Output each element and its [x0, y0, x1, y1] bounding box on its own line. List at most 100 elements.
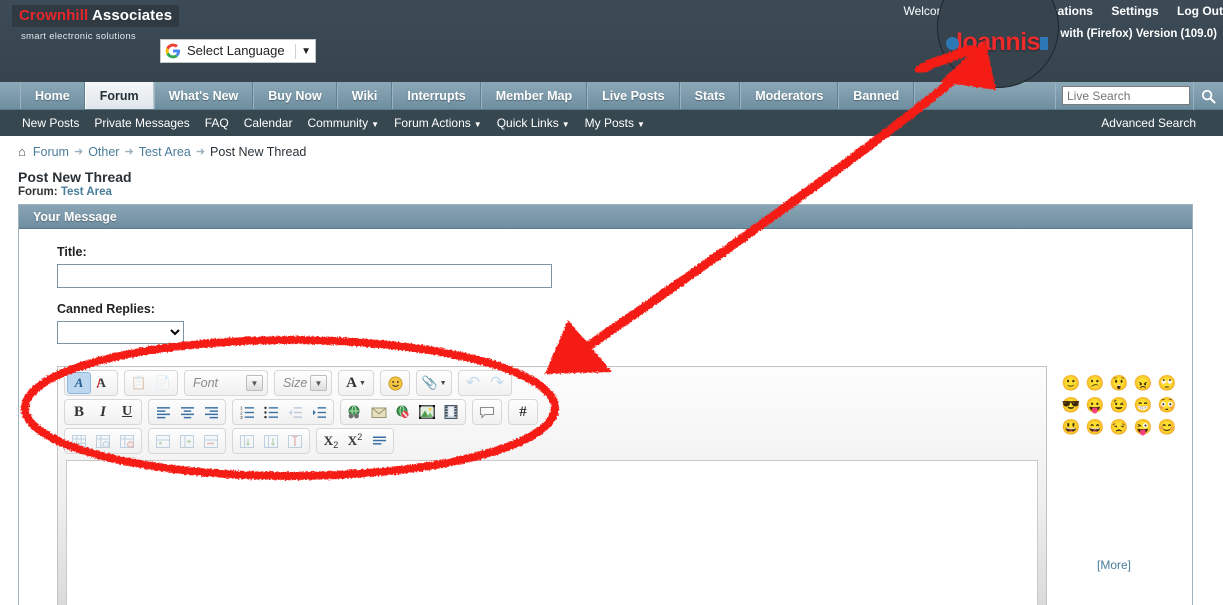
align-center-icon[interactable] — [175, 401, 199, 423]
nav-tab-stats[interactable]: Stats — [679, 82, 741, 109]
toolbar-group-font-color: A ▼ — [338, 370, 374, 396]
nav-tab-whats-new[interactable]: What's New — [153, 82, 254, 109]
smiley-wink[interactable]: 😉 — [1107, 394, 1131, 416]
attachment-icon[interactable]: 📎 ▼ — [419, 372, 449, 394]
nav-tab-forum[interactable]: Forum — [84, 82, 154, 109]
subnav-private-messages[interactable]: Private Messages — [94, 116, 189, 130]
delete-column-icon[interactable] — [283, 430, 307, 452]
smilie-grid: 🙂 😕 😲 😠 🙄 😎 😛 😉 😁 😳 😃 😄 😒 😜 😊 — [1059, 372, 1179, 438]
select-language-widget[interactable]: Select Language ▼ — [160, 39, 316, 63]
smiley-razz[interactable]: 😜 — [1131, 416, 1155, 438]
subnav-new-posts[interactable]: New Posts — [22, 116, 79, 130]
search-input[interactable] — [1062, 86, 1190, 105]
font-size-select[interactable]: Size ▼ — [277, 372, 329, 394]
toolbar-group-paste: 📋 📄 — [124, 370, 178, 396]
insert-link-icon[interactable] — [343, 401, 367, 423]
delete-table-icon[interactable] — [115, 430, 139, 452]
magnified-username: Ioannis — [955, 27, 1041, 56]
settings-link[interactable]: Settings — [1111, 4, 1158, 18]
nav-tab-live-posts[interactable]: Live Posts — [587, 82, 680, 109]
subnav-faq[interactable]: FAQ — [205, 116, 229, 130]
insert-quote-icon[interactable] — [475, 401, 499, 423]
forum-name-link[interactable]: Test Area — [61, 186, 112, 198]
brand-block[interactable]: Crownhill Associates smart electronic so… — [12, 5, 180, 42]
subnav-my-posts[interactable]: My Posts ▼ — [585, 116, 645, 130]
align-left-icon[interactable] — [151, 401, 175, 423]
insert-image-icon[interactable] — [415, 401, 439, 423]
smiley-smile[interactable]: 🙂 — [1059, 372, 1083, 394]
smiley-confused[interactable]: 😕 — [1083, 372, 1107, 394]
search-button[interactable] — [1193, 82, 1223, 110]
breadcrumb-item-forum[interactable]: Forum — [33, 145, 69, 159]
smiley-happy[interactable]: 😄 — [1083, 416, 1107, 438]
breadcrumb-item-test-area[interactable]: Test Area — [139, 145, 191, 159]
strip-font-color-icon[interactable]: A / — [91, 372, 115, 394]
subnav-community[interactable]: Community ▼ — [307, 116, 379, 130]
nav-tab-member-map[interactable]: Member Map — [480, 82, 588, 109]
smiley-grin[interactable]: 😃 — [1059, 416, 1083, 438]
insert-smilie-icon[interactable] — [383, 372, 407, 394]
insert-video-icon[interactable] — [439, 401, 463, 423]
smiley-mad[interactable]: 😠 — [1131, 372, 1155, 394]
insert-row-icon[interactable] — [151, 430, 175, 452]
smiley-eek[interactable]: 😲 — [1107, 372, 1131, 394]
subnav-quick-links[interactable]: Quick Links ▼ — [497, 116, 570, 130]
redo-icon[interactable]: ↷ — [485, 372, 509, 394]
paste-icon[interactable]: 📋 — [127, 372, 151, 394]
breadcrumb-item-other[interactable]: Other — [88, 145, 119, 159]
home-icon[interactable]: ⌂ — [18, 144, 26, 159]
subnav-forum-actions[interactable]: Forum Actions ▼ — [394, 116, 482, 130]
superscript-icon[interactable]: X2 — [343, 430, 367, 452]
nav-tab-wiki[interactable]: Wiki — [336, 82, 393, 109]
logout-link[interactable]: Log Out — [1177, 4, 1223, 18]
chevron-down-icon[interactable]: ▼ — [301, 46, 311, 57]
smiley-rolleyes[interactable]: 🙄 — [1155, 372, 1179, 394]
insert-column-icon[interactable] — [175, 430, 199, 452]
merge-cells-icon[interactable] — [235, 430, 259, 452]
smiley-frown[interactable]: 😒 — [1107, 416, 1131, 438]
smiley-redface[interactable]: 😳 — [1155, 394, 1179, 416]
delete-row-icon[interactable] — [199, 430, 223, 452]
horizontal-rule-icon[interactable] — [367, 430, 391, 452]
message-body-editor[interactable] — [66, 460, 1038, 605]
nav-tab-moderators[interactable]: Moderators — [740, 82, 839, 109]
unordered-list-icon[interactable] — [259, 401, 283, 423]
italic-icon[interactable]: I — [91, 401, 115, 423]
font-color-icon[interactable]: A ▼ — [341, 372, 371, 394]
insert-email-icon[interactable] — [367, 401, 391, 423]
page-root: Crownhill Associates smart electronic so… — [0, 0, 1223, 605]
smiley-tongue[interactable]: 😛 — [1083, 394, 1107, 416]
indent-icon[interactable] — [307, 401, 331, 423]
canned-replies-select[interactable] — [57, 321, 184, 344]
insert-table-icon[interactable] — [67, 430, 91, 452]
subscript-icon[interactable]: X2 — [319, 430, 343, 452]
insert-code-icon[interactable]: # — [511, 401, 535, 423]
table-properties-icon[interactable] — [91, 430, 115, 452]
nav-tab-buy-now[interactable]: Buy Now — [253, 82, 337, 109]
split-cell-icon[interactable] — [259, 430, 283, 452]
more-smilies-link[interactable]: [More] — [1097, 558, 1131, 572]
smiley-biggrin[interactable]: 😁 — [1131, 394, 1155, 416]
secondary-navigation: New Posts Private Messages FAQ Calendar … — [0, 110, 1223, 136]
bold-icon[interactable]: B — [67, 401, 91, 423]
paste-from-word-icon[interactable]: 📄 — [151, 372, 175, 394]
toolbar-group-font-size[interactable]: Size ▼ — [274, 370, 332, 396]
remove-link-icon[interactable] — [391, 401, 415, 423]
font-family-select[interactable]: Font ▼ — [187, 372, 265, 394]
nav-tab-home[interactable]: Home — [20, 82, 85, 109]
toolbar-group-font-family[interactable]: Font ▼ — [184, 370, 268, 396]
underline-icon[interactable]: U — [115, 401, 139, 423]
undo-icon[interactable]: ↶ — [461, 372, 485, 394]
subnav-label: FAQ — [204, 116, 229, 130]
smiley-cool[interactable]: 😎 — [1059, 394, 1083, 416]
smiley-relaxed[interactable]: 😊 — [1155, 416, 1179, 438]
advanced-search-link[interactable]: Advanced Search — [1101, 116, 1196, 130]
nav-tab-banned[interactable]: Banned — [838, 82, 915, 109]
subnav-calendar[interactable]: Calendar — [244, 116, 293, 130]
thread-title-input[interactable] — [57, 264, 552, 288]
remove-formatting-icon[interactable]: A — [67, 372, 91, 394]
align-right-icon[interactable] — [199, 401, 223, 423]
nav-tab-interrupts[interactable]: Interrupts — [392, 82, 481, 109]
ordered-list-icon[interactable]: 123 — [235, 401, 259, 423]
outdent-icon[interactable] — [283, 401, 307, 423]
